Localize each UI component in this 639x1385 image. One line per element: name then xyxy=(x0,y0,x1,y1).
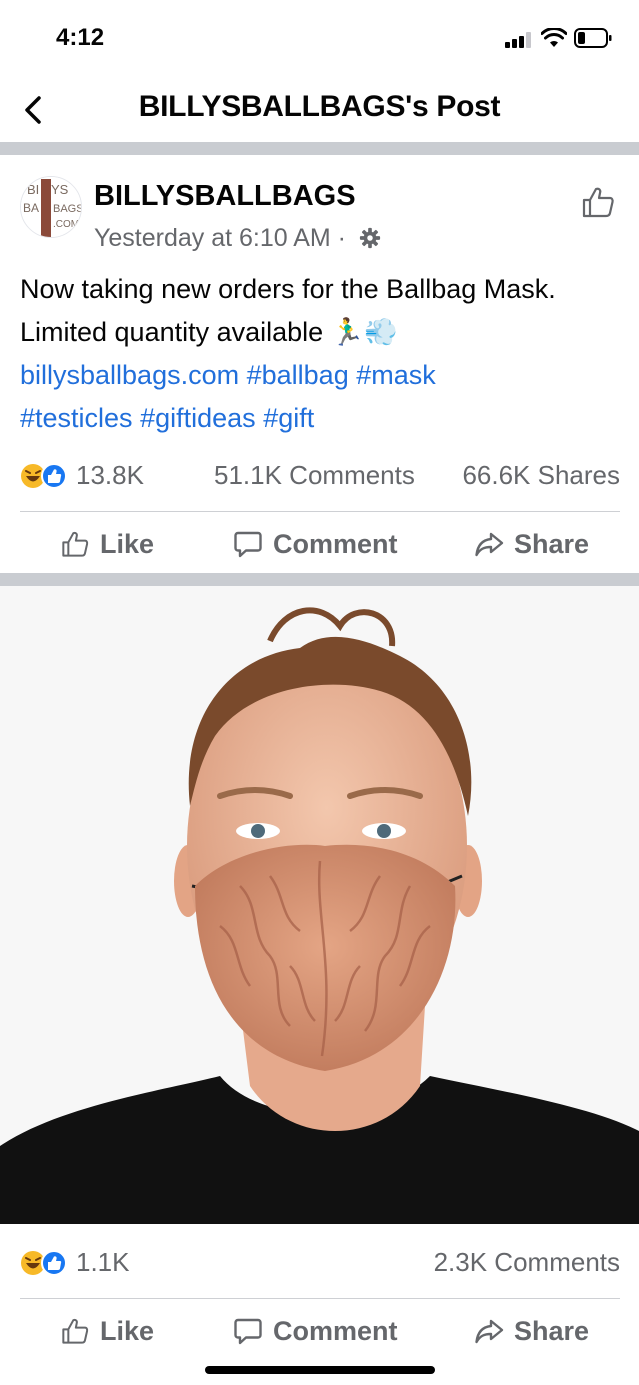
like-button[interactable]: Like xyxy=(60,513,154,575)
page-name[interactable]: BILLYSBALLBAGS xyxy=(94,180,356,213)
post-text-line: Now taking new orders for the Ballbag Ma… xyxy=(20,274,556,304)
share-button[interactable]: Share xyxy=(474,513,589,575)
page-logo: BI YS BA BAGS .COM xyxy=(21,177,82,237)
hashtag-link[interactable]: #mask xyxy=(356,360,436,390)
hashtag-link[interactable]: #giftideas xyxy=(140,403,256,433)
battery-icon xyxy=(574,28,612,48)
shares-count[interactable]: 66.6K Shares xyxy=(462,460,620,491)
share-button[interactable]: Share xyxy=(474,1300,589,1362)
post-photo[interactable] xyxy=(0,586,639,1224)
status-time: 4:12 xyxy=(56,24,105,51)
svg-text:BA: BA xyxy=(23,201,39,215)
post-links: billysballbags.com #ballbag #mask #testi… xyxy=(20,354,630,440)
svg-text:BAGS: BAGS xyxy=(53,203,82,215)
like-label: Like xyxy=(100,528,155,559)
like-reaction-icon xyxy=(41,463,67,489)
thumbs-up-icon xyxy=(62,1318,89,1344)
share-arrow-icon xyxy=(475,532,504,557)
page-title: BILLYSBALLBAGS's Post xyxy=(138,90,501,123)
cellular-signal-icon xyxy=(505,30,535,48)
share-label: Share xyxy=(514,1315,590,1346)
hashtag-link[interactable]: #gift xyxy=(263,403,314,433)
post-action-bar: Like Comment Share xyxy=(0,513,639,575)
wifi-icon xyxy=(541,28,567,47)
reaction-icons[interactable] xyxy=(20,1250,72,1276)
post-body: Now taking new orders for the Ballbag Ma… xyxy=(20,268,630,440)
post-header: BI YS BA BAGS .COM BILLYSBALLBAGS Yester… xyxy=(0,170,639,260)
like-label: Like xyxy=(100,1315,155,1346)
divider xyxy=(20,1298,620,1299)
reaction-icons[interactable] xyxy=(20,463,72,489)
thumbs-up-icon[interactable] xyxy=(580,184,616,220)
comment-button[interactable]: Comment xyxy=(233,1300,398,1362)
post-text-line: Limited quantity available 🏃‍♂️💨 xyxy=(20,317,398,347)
gear-icon xyxy=(359,227,381,249)
hashtag-link[interactable]: #testicles xyxy=(20,403,133,433)
divider xyxy=(20,511,620,512)
thumbs-up-icon xyxy=(62,531,89,557)
photo-action-bar: Like Comment Share xyxy=(0,1300,639,1362)
comments-count[interactable]: 51.1K Comments xyxy=(214,460,415,491)
status-bar: 4:12 xyxy=(0,0,639,78)
post-timestamp: Yesterday at 6:10 AM · xyxy=(94,224,381,253)
reaction-count[interactable]: 1.1K xyxy=(76,1247,130,1278)
website-link[interactable]: billysballbags.com xyxy=(20,360,239,390)
comment-label: Comment xyxy=(273,528,398,559)
comment-bubble-icon xyxy=(234,531,262,558)
like-button[interactable]: Like xyxy=(60,1300,154,1362)
comment-button[interactable]: Comment xyxy=(233,513,398,575)
svg-text:BI: BI xyxy=(27,182,39,197)
share-label: Share xyxy=(514,528,590,559)
avatar[interactable]: BI YS BA BAGS .COM xyxy=(20,176,82,238)
like-reaction-icon xyxy=(41,1250,67,1276)
comment-bubble-icon xyxy=(234,1318,262,1345)
share-arrow-icon xyxy=(475,1319,504,1344)
comments-count[interactable]: 2.3K Comments xyxy=(434,1247,620,1278)
section-divider xyxy=(0,573,639,586)
nav-bar: BILLYSBALLBAGS's Post xyxy=(0,78,639,142)
svg-text:YS: YS xyxy=(51,182,69,197)
hashtag-link[interactable]: #ballbag xyxy=(247,360,349,390)
timestamp-text: Yesterday at 6:10 AM · xyxy=(94,224,353,252)
reaction-count[interactable]: 13.8K xyxy=(76,460,144,491)
man-wearing-mask-photo xyxy=(0,586,639,1224)
svg-text:.COM: .COM xyxy=(53,219,79,230)
photo-stats: 1.1K 2.3K Comments xyxy=(20,1242,620,1284)
section-divider xyxy=(0,142,639,155)
post-stats: 13.8K 51.1K Comments 66.6K Shares xyxy=(20,455,620,497)
home-indicator[interactable] xyxy=(205,1366,435,1374)
comment-label: Comment xyxy=(273,1315,398,1346)
